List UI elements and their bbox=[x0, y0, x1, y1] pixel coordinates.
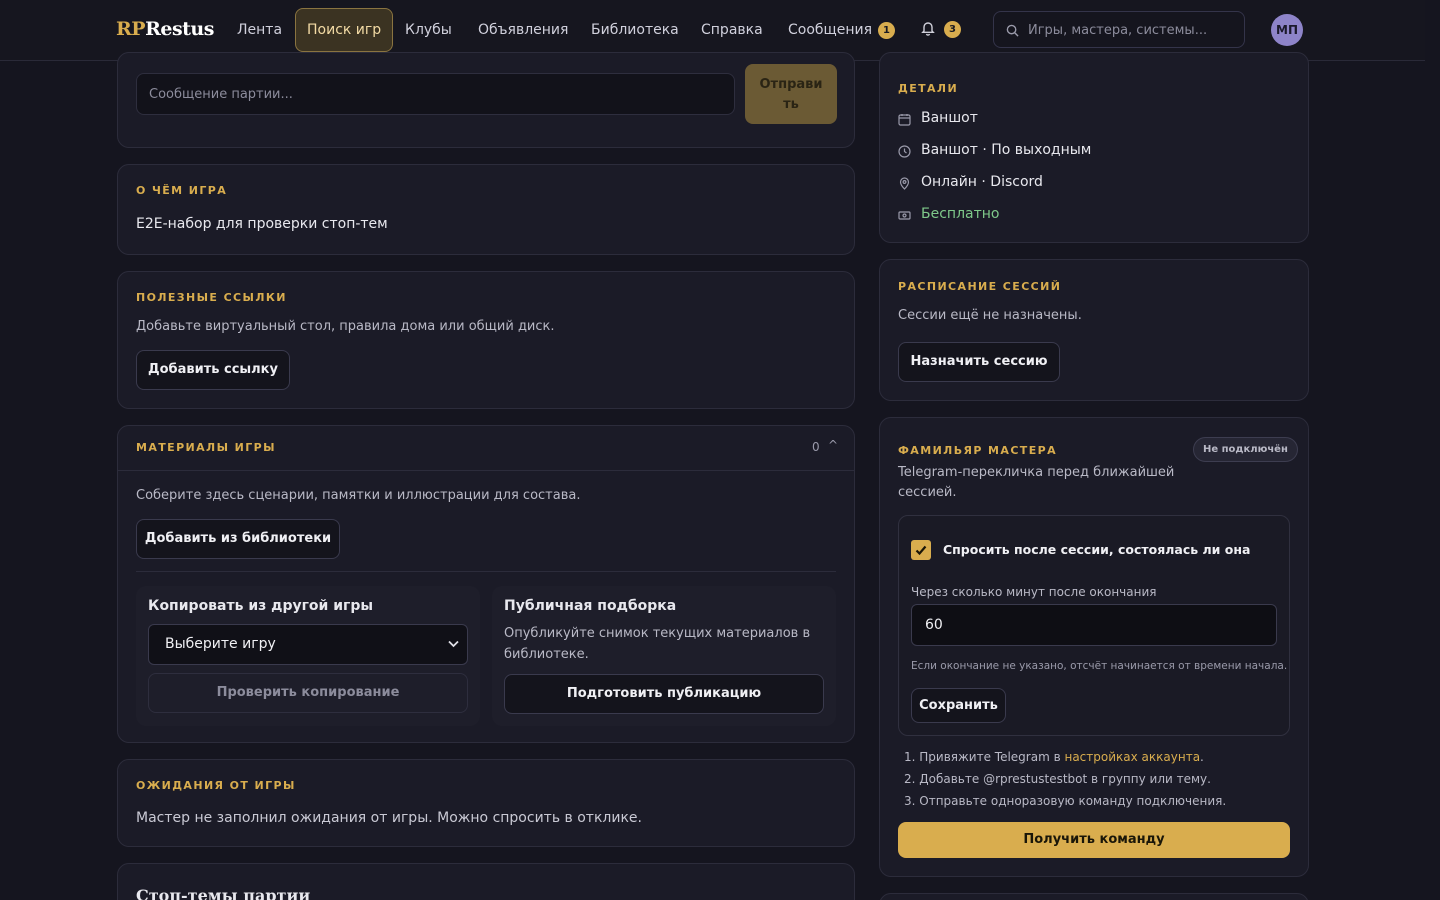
nav-library[interactable]: Библиотека bbox=[580, 8, 690, 52]
familiar-status-badge: Не подключён bbox=[1193, 437, 1298, 462]
copy-from-game-title: Копировать из другой игры bbox=[148, 598, 374, 614]
materials-text: Соберите здесь сценарии, памятки и иллюс… bbox=[136, 488, 581, 503]
search-input[interactable] bbox=[1028, 20, 1238, 40]
send-message-button[interactable]: Отправи ть bbox=[745, 64, 837, 124]
game-select[interactable]: Выберите игру bbox=[148, 624, 468, 665]
nav-messages[interactable]: Сообщения 1 bbox=[777, 8, 906, 52]
public-collection-title: Публичная подборка bbox=[504, 598, 677, 614]
notifications-count-badge: 3 bbox=[944, 21, 961, 38]
calendar-icon bbox=[898, 114, 911, 126]
familiar-step-3: 3. Отправьте одноразовую команду подключ… bbox=[904, 794, 1227, 808]
search-icon bbox=[1006, 24, 1019, 37]
public-collection-text-2: библиотеке. bbox=[504, 647, 589, 662]
ask-after-session-checkbox[interactable] bbox=[911, 540, 931, 560]
account-settings-link[interactable]: настройках аккаунта bbox=[1064, 750, 1200, 764]
check-copy-button[interactable]: Проверить копирование bbox=[148, 673, 468, 713]
global-search[interactable] bbox=[993, 11, 1245, 48]
game-materials-title: Материалы игры bbox=[136, 441, 276, 454]
add-from-library-button[interactable]: Добавить из библиотеки bbox=[136, 519, 340, 559]
party-chat-card: Отправить bbox=[117, 52, 855, 148]
materials-count: 0 bbox=[812, 440, 820, 454]
materials-divider bbox=[136, 571, 836, 572]
minutes-hint: Если окончание не указано, отсчёт начина… bbox=[911, 660, 1288, 672]
map-pin-icon bbox=[899, 177, 910, 190]
minutes-after-input[interactable] bbox=[911, 604, 1277, 646]
bell-icon[interactable] bbox=[920, 20, 936, 40]
materials-collapse-icon[interactable]: ^ bbox=[828, 438, 838, 452]
messages-count-badge: 1 bbox=[878, 22, 896, 39]
get-command-button[interactable]: Получить команду bbox=[898, 822, 1290, 858]
nav-help[interactable]: Справка bbox=[690, 8, 774, 52]
useful-links-title: Полезные ссылки bbox=[136, 291, 287, 304]
save-familiar-button[interactable]: Сохранить bbox=[911, 688, 1006, 723]
materials-header-divider bbox=[118, 470, 854, 471]
expectations-text: Мастер не заполнил ожидания от игры. Мож… bbox=[136, 810, 642, 826]
details-title: Детали bbox=[898, 82, 959, 95]
about-game-card bbox=[117, 164, 855, 255]
familiar-step-2: 2. Добавьте @rprestustestbot в группу ил… bbox=[904, 772, 1211, 786]
public-collection-text-1: Опубликуйте снимок текущих материалов в bbox=[504, 626, 811, 641]
stop-topics-title: Стоп-темы партии bbox=[136, 886, 311, 900]
nav-announcements[interactable]: Объявления bbox=[467, 8, 579, 52]
ask-after-session-label: Спросить после сессии, состоялась ли она bbox=[943, 542, 1251, 557]
nav-feed[interactable]: Лента bbox=[226, 8, 293, 52]
master-familiar-title: Фамильяр мастера bbox=[898, 444, 1057, 457]
add-link-button[interactable]: Добавить ссылку bbox=[136, 350, 290, 390]
minutes-after-label: Через сколько минут после окончания bbox=[911, 585, 1157, 599]
nav-game-search[interactable]: Поиск игр bbox=[295, 8, 394, 52]
session-schedule-text: Сессии ещё не назначены. bbox=[898, 308, 1082, 323]
logo[interactable]: RPRestus bbox=[116, 18, 214, 40]
ticket-icon bbox=[898, 211, 911, 220]
expectations-title: Ожидания от игры bbox=[136, 779, 296, 792]
nav-clubs[interactable]: Клубы bbox=[394, 8, 463, 52]
about-game-text: E2E-набор для проверки стоп-тем bbox=[136, 216, 388, 232]
familiar-step-1: 1. Привяжите Telegram в настройках аккау… bbox=[904, 750, 1204, 764]
chevron-down-icon bbox=[448, 640, 459, 648]
expectations-card bbox=[117, 759, 855, 847]
useful-links-text: Добавьте виртуальный стол, правила дома … bbox=[136, 319, 555, 334]
familiar-desc-2: сессией. bbox=[898, 485, 957, 500]
check-icon bbox=[915, 545, 927, 556]
clock-icon bbox=[898, 145, 911, 158]
about-game-title: О чём игра bbox=[136, 184, 228, 197]
user-avatar[interactable]: МП bbox=[1271, 14, 1303, 46]
next-right-card bbox=[879, 893, 1309, 900]
familiar-desc-1: Telegram-перекличка перед ближайшей bbox=[898, 465, 1175, 480]
session-schedule-title: Расписание сессий bbox=[898, 280, 1062, 293]
schedule-session-button[interactable]: Назначить сессию bbox=[898, 342, 1060, 382]
party-message-input[interactable] bbox=[136, 73, 735, 115]
prepare-publication-button[interactable]: Подготовить публикацию bbox=[504, 674, 824, 714]
